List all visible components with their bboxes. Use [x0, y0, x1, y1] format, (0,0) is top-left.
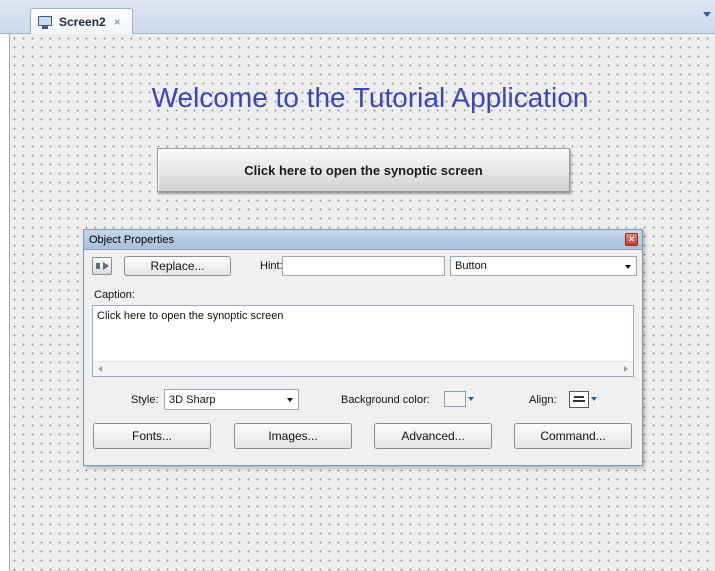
replace-button[interactable]: Replace... — [124, 256, 231, 276]
align-picker[interactable] — [569, 389, 607, 409]
hint-label: Hint: — [260, 260, 283, 272]
scroll-right-icon[interactable] — [624, 366, 628, 372]
align-center-icon — [569, 390, 589, 408]
caption-hscrollbar[interactable] — [93, 361, 633, 376]
close-icon[interactable]: × — [114, 15, 121, 29]
chevron-down-icon — [468, 397, 474, 401]
command-button[interactable]: Command... — [514, 423, 632, 449]
open-synoptic-button[interactable]: Click here to open the synoptic screen — [157, 148, 570, 192]
properties-title: Object Properties — [89, 233, 174, 246]
images-button[interactable]: Images... — [234, 423, 352, 449]
style-value: 3D Sharp — [169, 393, 216, 406]
style-select[interactable]: 3D Sharp — [164, 389, 299, 410]
object-type-value: Button — [455, 260, 487, 272]
properties-titlebar[interactable]: Object Properties × — [84, 230, 642, 250]
monitor-icon — [37, 15, 53, 29]
chevron-down-icon — [287, 398, 293, 402]
background-color-label: Background color: — [341, 394, 430, 406]
color-swatch — [444, 391, 466, 407]
chevron-down-icon — [591, 397, 597, 401]
tab-screen2[interactable]: Screen2 × — [30, 8, 133, 35]
caption-label: Caption: — [94, 289, 135, 301]
caption-value: Click here to open the synoptic screen — [97, 310, 284, 322]
fonts-button[interactable]: Fonts... — [93, 423, 211, 449]
caption-textarea[interactable]: Click here to open the synoptic screen — [92, 305, 634, 377]
tab-list-dropdown-icon[interactable] — [703, 12, 711, 17]
chevron-down-icon — [625, 265, 631, 269]
object-type-select[interactable]: Button — [450, 256, 637, 276]
hint-input[interactable] — [282, 256, 445, 276]
background-color-picker[interactable] — [444, 389, 482, 409]
tab-strip: Screen2 × — [0, 0, 715, 35]
scroll-left-icon[interactable] — [98, 366, 102, 372]
navigate-icon — [95, 263, 100, 269]
advanced-button[interactable]: Advanced... — [374, 423, 492, 449]
close-icon[interactable]: × — [625, 233, 638, 246]
align-label: Align: — [529, 394, 557, 406]
style-label: Style: — [131, 394, 159, 406]
welcome-text[interactable]: Welcome to the Tutorial Application — [120, 82, 620, 114]
navigate-button[interactable] — [92, 257, 112, 275]
object-properties-window: Object Properties × Replace... Hint: But… — [83, 229, 643, 466]
tab-label: Screen2 — [59, 15, 106, 29]
